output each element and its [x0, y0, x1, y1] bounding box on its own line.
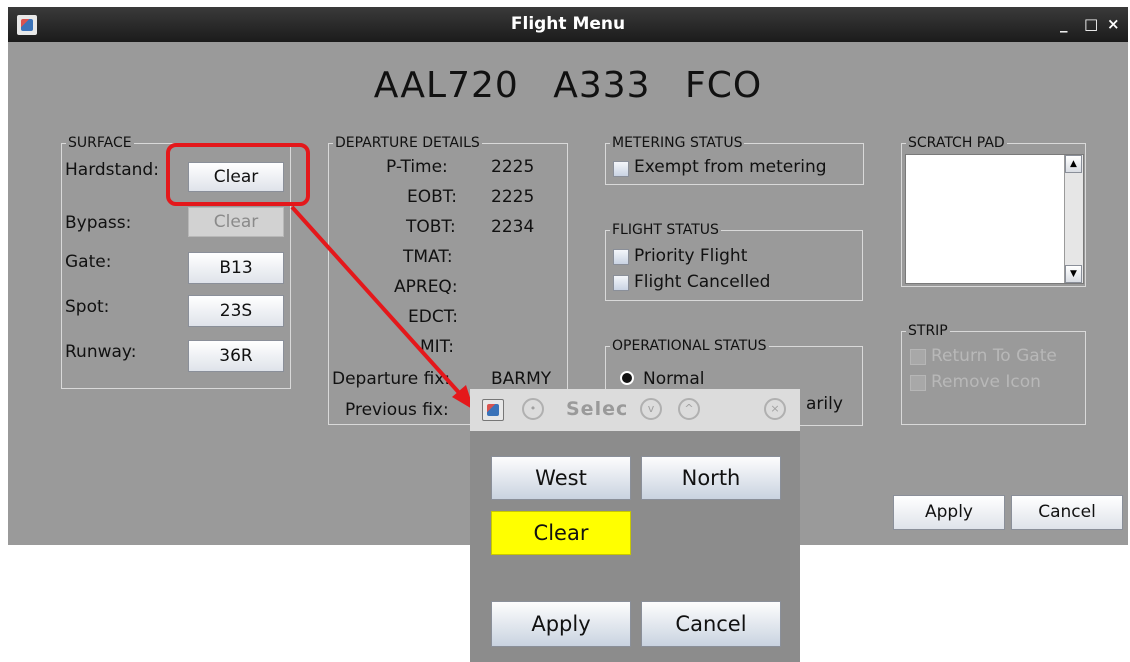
clear-button[interactable]: Clear — [491, 511, 631, 555]
popup-apply-button[interactable]: Apply — [491, 601, 631, 647]
popup-title: Selec — [566, 398, 629, 420]
popup-close-icon[interactable]: × — [764, 398, 786, 420]
java-app-icon — [482, 399, 504, 421]
menu-icon[interactable]: • — [522, 398, 544, 420]
expand-icon[interactable]: ^ — [678, 398, 700, 420]
west-button[interactable]: West — [491, 456, 631, 500]
collapse-icon[interactable]: v — [640, 398, 662, 420]
popup-cancel-button[interactable]: Cancel — [641, 601, 781, 647]
north-button[interactable]: North — [641, 456, 781, 500]
popup-title-bar[interactable]: • Selec v ^ × — [470, 389, 800, 431]
select-popup: • Selec v ^ × West North Clear Apply Can… — [470, 389, 800, 662]
